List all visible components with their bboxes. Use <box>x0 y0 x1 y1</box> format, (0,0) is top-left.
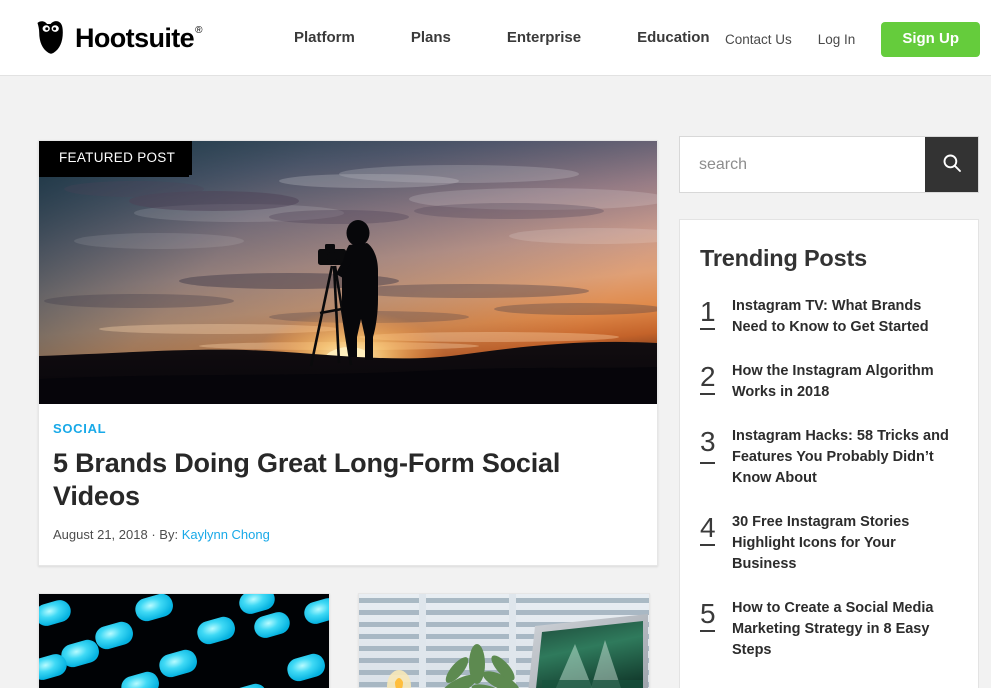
site-header: Hootsuite® Platform Plans Enterprise Edu… <box>0 0 991 76</box>
featured-post-date: August 21, 2018 <box>53 527 148 542</box>
search-submit-button[interactable] <box>925 137 978 192</box>
featured-post-title: 5 Brands Doing Great Long-Form Social Vi… <box>53 447 643 513</box>
post-card-2[interactable] <box>358 593 650 688</box>
trending-link-3[interactable]: Instagram Hacks: 58 Tricks and Features … <box>732 424 956 489</box>
trending-link-5[interactable]: How to Create a Social Media Marketing S… <box>732 596 956 661</box>
nav-item-education[interactable]: Education <box>637 28 710 48</box>
nav-item-log-in[interactable]: Log In <box>818 30 856 50</box>
featured-post-category[interactable]: SOCIAL <box>53 421 106 437</box>
nav-item-enterprise[interactable]: Enterprise <box>507 28 581 48</box>
trending-item-4[interactable]: 4 30 Free Instagram Stories Highlight Ic… <box>700 510 956 575</box>
trending-item-3[interactable]: 3 Instagram Hacks: 58 Tricks and Feature… <box>700 424 956 489</box>
trending-link-4[interactable]: 30 Free Instagram Stories Highlight Icon… <box>732 510 956 575</box>
post-card-2-image[interactable] <box>359 594 649 688</box>
search-icon <box>942 153 962 176</box>
owl-icon <box>36 20 66 54</box>
trending-item-5[interactable]: 5 How to Create a Social Media Marketing… <box>700 596 956 661</box>
trending-item-1[interactable]: 1 Instagram TV: What Brands Need to Know… <box>700 294 956 338</box>
content-column: FEATURED POST SOCIAL 5 Brands Doing Grea… <box>38 140 658 688</box>
logo-wordmark: Hootsuite® <box>75 22 202 53</box>
trending-item-2[interactable]: 2 How the Instagram Algorithm Works in 2… <box>700 359 956 403</box>
featured-post-author[interactable]: Kaylynn Chong <box>182 527 270 542</box>
search-input[interactable] <box>680 137 925 192</box>
trending-posts-heading: Trending Posts <box>700 245 867 271</box>
post-card-1[interactable] <box>38 593 330 688</box>
post-card-1-image[interactable] <box>39 594 329 688</box>
trending-link-2[interactable]: How the Instagram Algorithm Works in 201… <box>732 359 956 403</box>
sign-up-button[interactable]: Sign Up <box>881 22 980 57</box>
featured-post-badge: FEATURED POST <box>39 141 193 175</box>
page-body: FEATURED POST SOCIAL 5 Brands Doing Grea… <box>0 76 991 688</box>
utility-navigation: Contact Us Log In Sign Up <box>725 22 980 57</box>
featured-post-body: SOCIAL 5 Brands Doing Great Long-Form So… <box>39 404 657 565</box>
featured-post-card[interactable]: FEATURED POST SOCIAL 5 Brands Doing Grea… <box>38 140 658 566</box>
nav-item-plans[interactable]: Plans <box>411 28 451 48</box>
search-form <box>679 136 979 193</box>
featured-post-meta: August 21, 2018 · By: Kaylynn Chong <box>53 526 643 543</box>
byline-prefix: · By: <box>151 527 179 542</box>
post-card-row <box>38 593 658 688</box>
trending-rank-5: 5 <box>700 596 732 632</box>
trending-link-1[interactable]: Instagram TV: What Brands Need to Know t… <box>732 294 956 338</box>
sidebar: Trending Posts 1 Instagram TV: What Bran… <box>679 136 979 688</box>
featured-post-title-link[interactable]: 5 Brands Doing Great Long-Form Social Vi… <box>53 448 560 511</box>
nav-item-contact-us[interactable]: Contact Us <box>725 30 792 50</box>
trending-rank-4: 4 <box>700 510 732 546</box>
main-navigation: Platform Plans Enterprise Education <box>294 28 710 48</box>
featured-post-image[interactable]: FEATURED POST <box>39 141 657 404</box>
nav-item-platform[interactable]: Platform <box>294 28 355 48</box>
site-logo[interactable]: Hootsuite® <box>36 20 202 54</box>
trending-rank-1: 1 <box>700 294 732 330</box>
registered-trademark: ® <box>195 24 202 36</box>
trending-rank-2: 2 <box>700 359 732 395</box>
trending-posts-panel: Trending Posts 1 Instagram TV: What Bran… <box>679 219 979 688</box>
trending-rank-3: 3 <box>700 424 732 464</box>
